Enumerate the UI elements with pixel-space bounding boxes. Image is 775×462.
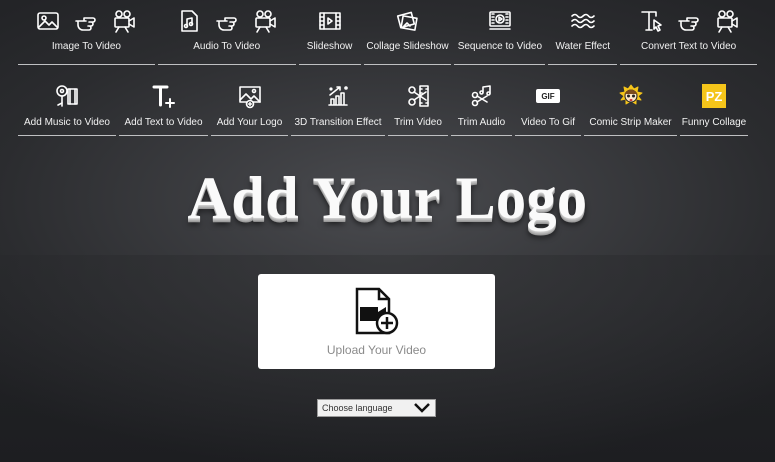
tool-video-to-gif[interactable]: GIF Video To Gif <box>515 72 581 136</box>
scissors-music-icon <box>471 85 491 107</box>
tool-trim-video[interactable]: Trim Video <box>388 72 448 136</box>
tool-label: Add Text to Video <box>124 117 203 128</box>
tool-image-to-video[interactable]: Image To Video <box>18 0 155 65</box>
upload-video-icon <box>355 287 398 334</box>
tool-label: Video To Gif <box>520 117 576 128</box>
tool-label: 3D Transition Effect <box>294 117 382 128</box>
video-camera-icon <box>114 10 136 33</box>
tool-label: Sequence to Video <box>457 41 543 52</box>
language-select-value: Choose language <box>322 403 393 413</box>
pz-logo-icon: PZ <box>702 84 726 108</box>
tool-audio-to-video[interactable]: Audio To Video <box>157 0 296 65</box>
hand-pointer-icon <box>215 17 237 31</box>
film-strip-icon <box>318 12 341 30</box>
tool-label: Add Music to Video <box>24 117 110 128</box>
tool-convert-text-to-video[interactable]: Convert Text to Video <box>620 0 758 65</box>
tool-label: Water Effect <box>555 41 610 52</box>
tool-funny-collage[interactable]: PZ Funny Collage <box>680 72 748 136</box>
gif-icon: GIF <box>536 89 560 103</box>
tool-label: Audio To Video <box>193 41 261 52</box>
tool-label: Image To Video <box>51 41 121 52</box>
3d-transition-icon <box>328 86 348 106</box>
tool-label: Add Your Logo <box>216 117 283 128</box>
language-select[interactable]: Choose language <box>317 399 436 417</box>
video-player-icon <box>489 11 511 30</box>
tool-trim-audio[interactable]: Trim Audio <box>451 72 512 136</box>
image-icon <box>37 12 60 30</box>
tool-label: Comic Strip Maker <box>589 117 672 128</box>
music-film-icon <box>56 85 78 107</box>
tool-label: Trim Video <box>394 117 442 128</box>
tool-comic-strip-maker[interactable]: Comic Strip Maker <box>584 72 677 136</box>
audio-file-icon <box>180 10 198 32</box>
tool-add-your-logo[interactable]: Add Your Logo <box>211 72 288 136</box>
comic-face-icon <box>619 84 642 105</box>
water-waves-icon <box>570 13 595 29</box>
tool-label: Funny Collage <box>681 117 747 128</box>
tool-collage-slideshow[interactable]: Collage Slideshow <box>363 0 452 65</box>
scissors-film-icon <box>408 85 429 107</box>
tool-add-music-to-video[interactable]: Add Music to Video <box>18 72 116 136</box>
video-camera-icon <box>716 10 738 33</box>
chevron-down-icon <box>414 403 430 413</box>
tools-row-2: Add Music to Video Add Text to Video Add… <box>18 72 757 136</box>
tool-label: Trim Audio <box>457 117 506 128</box>
tool-3d-transition-effect[interactable]: 3D Transition Effect <box>291 72 385 136</box>
tools-row-1: Image To Video Audio To Video Slideshow … <box>18 0 758 65</box>
collage-photos-icon <box>397 11 419 31</box>
image-add-icon <box>238 86 261 109</box>
tool-label: Collage Slideshow <box>366 41 449 52</box>
upload-video-button[interactable]: Upload Your Video <box>258 274 495 369</box>
tool-add-text-to-video[interactable]: Add Text to Video <box>119 72 208 136</box>
video-camera-icon <box>254 10 276 33</box>
page-title: Add Your Logo <box>187 165 588 231</box>
text-cursor-icon <box>640 11 662 32</box>
upload-label: Upload Your Video <box>326 342 427 357</box>
tool-sequence-to-video[interactable]: Sequence to Video <box>454 0 546 65</box>
text-plus-icon <box>152 85 175 108</box>
tool-slideshow[interactable]: Slideshow <box>298 0 361 65</box>
tool-label: Slideshow <box>306 41 353 52</box>
tool-water-effect[interactable]: Water Effect <box>548 0 618 65</box>
tool-label: Convert Text to Video <box>640 41 737 52</box>
hand-pointer-icon <box>75 17 97 31</box>
hand-pointer-icon <box>677 17 699 31</box>
